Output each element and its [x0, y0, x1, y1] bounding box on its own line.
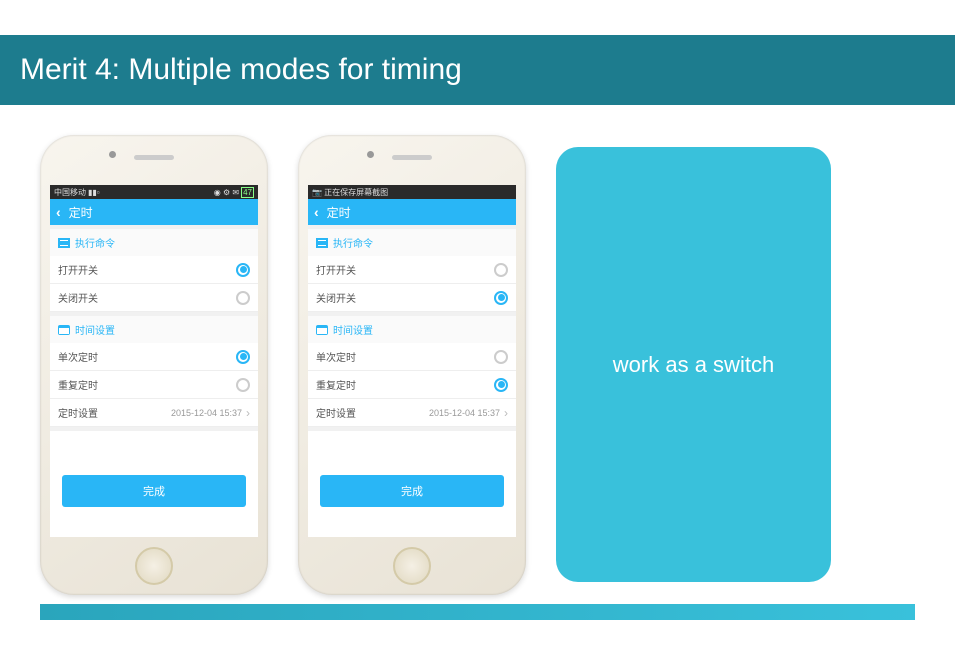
row-label: 定时设置 — [316, 405, 429, 420]
done-button[interactable]: 完成 — [320, 475, 504, 507]
row-once[interactable]: 单次定时 — [308, 343, 516, 371]
row-switch-on[interactable]: 打开开关 — [50, 256, 258, 284]
statusbar: 中国移动▮▮▫ ◉ ⚙ ✉47 — [50, 185, 258, 199]
row-once[interactable]: 单次定时 — [50, 343, 258, 371]
signal-icon: ▮▮▫ — [88, 188, 100, 197]
section-label: 时间设置 — [333, 322, 373, 337]
row-time-setting[interactable]: 定时设置2015-12-04 15:37 › — [50, 399, 258, 427]
footer-stripe — [40, 604, 915, 620]
app-titlebar: ‹ 定时 — [308, 199, 516, 225]
calendar-icon — [58, 325, 70, 335]
back-icon[interactable]: ‹ — [314, 204, 319, 220]
row-label: 定时设置 — [58, 405, 171, 420]
statusbar: 📷 正在保存屏幕截图 — [308, 185, 516, 199]
radio-icon — [494, 378, 508, 392]
row-label: 单次定时 — [316, 349, 494, 364]
battery-icon: 47 — [241, 187, 254, 198]
radio-icon — [236, 350, 250, 364]
row-switch-off[interactable]: 关闭开关 — [308, 284, 516, 312]
row-label: 打开开关 — [316, 262, 494, 277]
row-label: 重复定时 — [316, 377, 494, 392]
phone-mockup-1: 中国移动▮▮▫ ◉ ⚙ ✉47 ‹ 定时 执行命令 打开开关 关闭开关 时间设置… — [40, 135, 268, 595]
app-titlebar: ‹ 定时 — [50, 199, 258, 225]
back-icon[interactable]: ‹ — [56, 204, 61, 220]
done-label: 完成 — [401, 486, 423, 498]
screen-title: 定时 — [327, 204, 351, 221]
row-repeat[interactable]: 重复定时 — [308, 371, 516, 399]
radio-icon — [494, 350, 508, 364]
row-label: 单次定时 — [58, 349, 236, 364]
radio-icon — [236, 378, 250, 392]
section-header-time: 时间设置 — [50, 316, 258, 343]
row-time-setting[interactable]: 定时设置2015-12-04 15:37 › — [308, 399, 516, 427]
radio-icon — [494, 263, 508, 277]
card-text: work as a switch — [613, 352, 774, 378]
content-row: 中国移动▮▮▫ ◉ ⚙ ✉47 ‹ 定时 执行命令 打开开关 关闭开关 时间设置… — [0, 105, 955, 595]
section-header-time: 时间设置 — [308, 316, 516, 343]
carrier-label: 中国移动 — [54, 187, 86, 198]
radio-icon — [236, 291, 250, 305]
row-label: 重复定时 — [58, 377, 236, 392]
wifi-icon: ◉ ⚙ ✉ — [214, 188, 239, 197]
row-label: 打开开关 — [58, 262, 236, 277]
command-icon — [316, 238, 328, 248]
time-value: 2015-12-04 15:37 — [171, 408, 242, 418]
chevron-right-icon: › — [246, 406, 250, 420]
done-label: 完成 — [143, 486, 165, 498]
screenshot-saving-label: 📷 正在保存屏幕截图 — [312, 187, 388, 198]
home-button[interactable] — [393, 547, 431, 585]
section-label: 执行命令 — [75, 235, 115, 250]
banner-title: Merit 4: Multiple modes for timing — [20, 53, 462, 86]
row-switch-off[interactable]: 关闭开关 — [50, 284, 258, 312]
screen-title: 定时 — [69, 204, 93, 221]
row-label: 关闭开关 — [58, 290, 236, 305]
row-repeat[interactable]: 重复定时 — [50, 371, 258, 399]
merit-banner: Merit 4: Multiple modes for timing — [0, 35, 955, 105]
screen-2: 📷 正在保存屏幕截图 ‹ 定时 执行命令 打开开关 关闭开关 时间设置 单次定时… — [308, 185, 516, 537]
section-header-command: 执行命令 — [50, 229, 258, 256]
calendar-icon — [316, 325, 328, 335]
section-label: 执行命令 — [333, 235, 373, 250]
footer-area: 完成 — [308, 431, 516, 537]
radio-icon — [494, 291, 508, 305]
info-card: work as a switch — [556, 147, 831, 582]
screen-1: 中国移动▮▮▫ ◉ ⚙ ✉47 ‹ 定时 执行命令 打开开关 关闭开关 时间设置… — [50, 185, 258, 537]
done-button[interactable]: 完成 — [62, 475, 246, 507]
section-label: 时间设置 — [75, 322, 115, 337]
command-icon — [58, 238, 70, 248]
radio-icon — [236, 263, 250, 277]
footer-area: 完成 — [50, 431, 258, 537]
row-switch-on[interactable]: 打开开关 — [308, 256, 516, 284]
row-label: 关闭开关 — [316, 290, 494, 305]
chevron-right-icon: › — [504, 406, 508, 420]
home-button[interactable] — [135, 547, 173, 585]
time-value: 2015-12-04 15:37 — [429, 408, 500, 418]
phone-mockup-2: 📷 正在保存屏幕截图 ‹ 定时 执行命令 打开开关 关闭开关 时间设置 单次定时… — [298, 135, 526, 595]
section-header-command: 执行命令 — [308, 229, 516, 256]
